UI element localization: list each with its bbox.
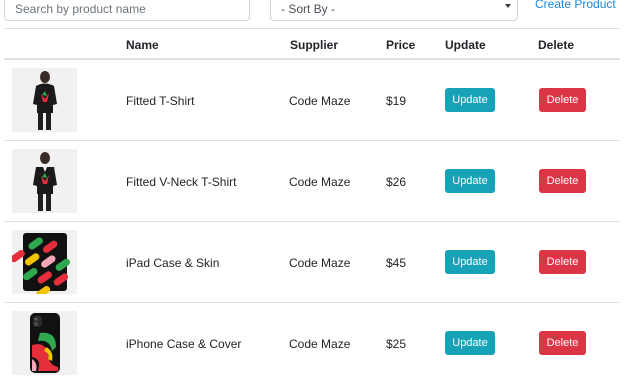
header-delete: Delete: [538, 38, 575, 52]
product-supplier: Code Maze: [289, 337, 351, 351]
product-image-v-neck-t-shirt: [12, 149, 77, 213]
product-supplier: Code Maze: [289, 256, 351, 270]
table-row: iPad Case & Skin Code Maze $45 Update De…: [4, 222, 620, 303]
table-row: Fitted V-Neck T-Shirt Code Maze $26 Upda…: [4, 141, 620, 222]
sort-select-value: - Sort By -: [281, 1, 336, 16]
delete-button[interactable]: Delete: [539, 169, 586, 193]
product-image-iphone-case: [12, 311, 77, 375]
update-button[interactable]: Update: [445, 88, 495, 112]
delete-button[interactable]: Delete: [539, 331, 586, 355]
product-name: iPad Case & Skin: [126, 256, 220, 270]
product-price: $45: [386, 256, 407, 270]
product-supplier: Code Maze: [289, 94, 351, 108]
product-list-page: - Sort By - Create Product Name Supplier…: [0, 0, 627, 376]
product-name: Fitted V-Neck T-Shirt: [126, 175, 237, 189]
delete-button[interactable]: Delete: [539, 250, 586, 274]
product-price: $19: [386, 94, 407, 108]
header-price: Price: [386, 38, 416, 52]
header-name: Name: [126, 38, 159, 52]
header-update: Update: [445, 38, 486, 52]
table-row: iPhone Case & Cover Code Maze $25 Update…: [4, 303, 620, 376]
product-name: Fitted T-Shirt: [126, 94, 195, 108]
product-supplier: Code Maze: [289, 175, 351, 189]
table-row: Fitted T-Shirt Code Maze $19 Update Dele…: [4, 60, 620, 141]
product-price: $26: [386, 175, 407, 189]
delete-button[interactable]: Delete: [539, 88, 586, 112]
update-button[interactable]: Update: [445, 331, 495, 355]
product-name: iPhone Case & Cover: [126, 337, 242, 351]
chevron-down-icon: [505, 4, 511, 8]
update-button[interactable]: Update: [445, 169, 495, 193]
header-supplier: Supplier: [290, 38, 339, 52]
sort-select[interactable]: - Sort By -: [270, 0, 518, 21]
update-button[interactable]: Update: [445, 250, 495, 274]
product-image-t-shirt: [12, 68, 77, 132]
product-image-ipad-case: [12, 230, 77, 294]
create-product-link[interactable]: Create Product: [535, 0, 616, 11]
search-input[interactable]: [4, 0, 250, 21]
table-header: Name Supplier Price Update Delete: [4, 28, 620, 60]
product-price: $25: [386, 337, 407, 351]
